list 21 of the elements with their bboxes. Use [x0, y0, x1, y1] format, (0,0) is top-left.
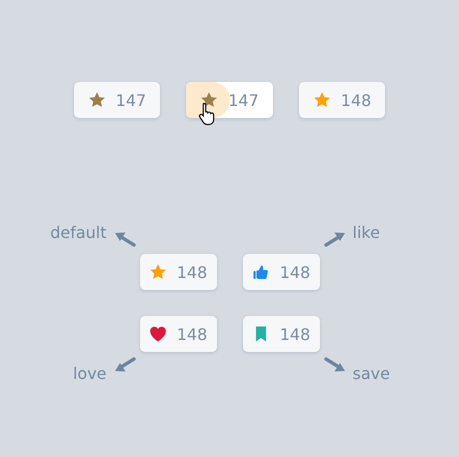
reaction-button[interactable]: 148 — [140, 316, 216, 352]
caption: like — [352, 223, 380, 242]
caption: save — [352, 364, 390, 383]
star-icon — [88, 91, 106, 109]
arrow-icon — [112, 230, 136, 248]
arrow-icon — [322, 356, 346, 374]
star-icon — [200, 91, 218, 109]
thumbs-up-icon — [252, 263, 270, 281]
star-icon — [148, 263, 167, 281]
rating-button[interactable]: 147 — [74, 82, 160, 118]
arrow-icon — [112, 356, 136, 374]
star-icon — [312, 91, 331, 109]
reaction-button[interactable]: 148 — [242, 316, 320, 352]
caption: default — [50, 223, 106, 242]
reaction-button[interactable]: 148 — [140, 254, 216, 290]
arrow-icon — [322, 230, 346, 248]
rating-button[interactable]: 148 — [298, 82, 386, 118]
caption: love — [72, 364, 106, 383]
hand-cursor-icon — [198, 102, 216, 126]
reaction-button[interactable]: 148 — [242, 254, 320, 290]
heart-icon — [148, 325, 167, 343]
